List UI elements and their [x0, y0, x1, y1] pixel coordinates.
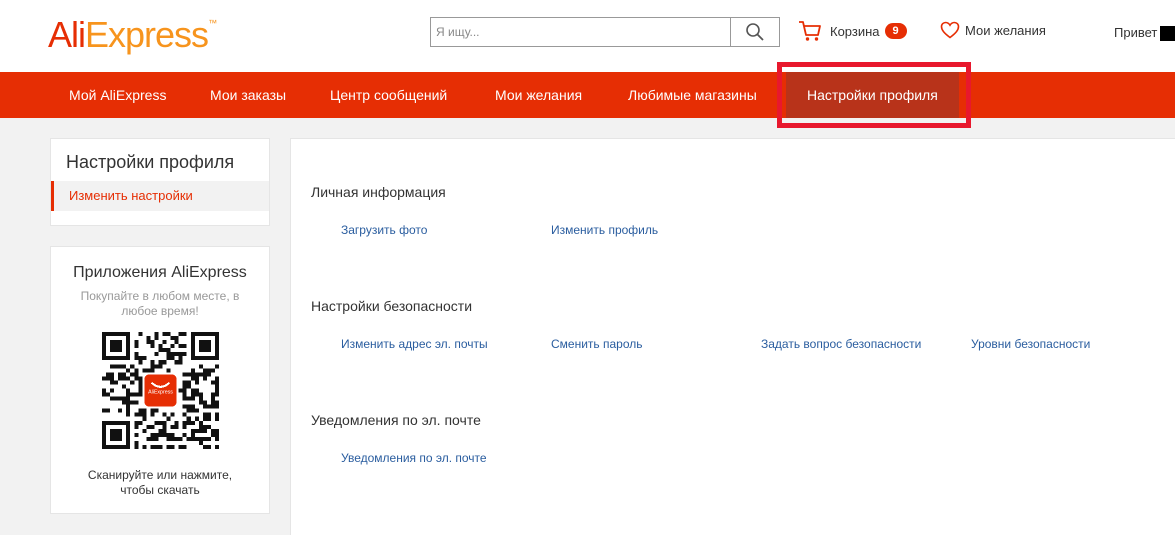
search-bar [430, 17, 780, 47]
security-settings-title: Настройки безопасности [311, 298, 473, 314]
apps-subtitle: Покупайте в любом месте, в любое время! [80, 289, 240, 318]
profile-settings-panel: Личная информация Загрузить фото Изменит… [290, 138, 1175, 535]
redacted-username [1160, 26, 1175, 41]
apps-promo-card: Приложения AliExpress Покупайте в любом … [50, 246, 270, 514]
apps-title: Приложения AliExpress [73, 264, 247, 281]
search-button[interactable] [730, 18, 779, 46]
heart-icon [940, 21, 960, 39]
change-password-link[interactable]: Сменить пароль [551, 337, 643, 351]
cart-count-badge: 9 [884, 23, 907, 39]
cart-link[interactable]: Корзина 9 [798, 20, 907, 42]
cart-label: Корзина [830, 23, 880, 39]
change-email-link[interactable]: Изменить адрес эл. почты [341, 337, 488, 351]
nav-my-orders[interactable]: Мои заказы [210, 72, 286, 118]
logo-express: Express [85, 14, 209, 55]
nav-favorite-stores[interactable]: Любимые магазины [628, 72, 757, 118]
logo-ali: Ali [48, 14, 86, 55]
search-icon [746, 23, 764, 41]
qr-code[interactable]: AliExpress [102, 332, 219, 449]
wishlist-link[interactable]: Мои желания [940, 21, 1046, 39]
security-question-link[interactable]: Задать вопрос безопасности [761, 337, 921, 351]
settings-menu-card: Настройки профиля Изменить настройки [50, 138, 270, 226]
personal-info-title: Личная информация [311, 184, 446, 200]
edit-profile-link[interactable]: Изменить профиль [551, 223, 658, 237]
qr-logo-text: AliExpress [148, 389, 173, 395]
email-notifications-title: Уведомления по эл. почте [311, 412, 481, 428]
header: AliExpress™ Корзина 9 Мои желания Привет [0, 0, 1175, 72]
highlight-annotation [777, 62, 971, 128]
settings-menu-item-edit[interactable]: Изменить настройки [51, 181, 269, 211]
nav-message-center[interactable]: Центр сообщений [330, 72, 447, 118]
user-greeting[interactable]: Привет [1114, 25, 1157, 40]
email-notifications-link[interactable]: Уведомления по эл. почте [341, 451, 487, 465]
cart-icon [799, 21, 821, 41]
settings-menu-title: Настройки профиля [66, 152, 235, 172]
logo-trademark: ™ [208, 18, 217, 28]
aliexpress-logo[interactable]: AliExpress™ [48, 14, 217, 56]
wishlist-label: Мои желания [965, 22, 1046, 38]
security-levels-link[interactable]: Уровни безопасности [971, 337, 1090, 351]
nav-wishlist[interactable]: Мои желания [495, 72, 582, 118]
apps-scan-text: Сканируйте или нажмите, чтобы скачать [87, 468, 233, 497]
nav-my-aliexpress[interactable]: Мой AliExpress [69, 72, 166, 118]
search-input[interactable] [431, 18, 731, 46]
upload-photo-link[interactable]: Загрузить фото [341, 223, 427, 237]
main-navigation: Мой AliExpress Мои заказы Центр сообщени… [0, 72, 1175, 118]
